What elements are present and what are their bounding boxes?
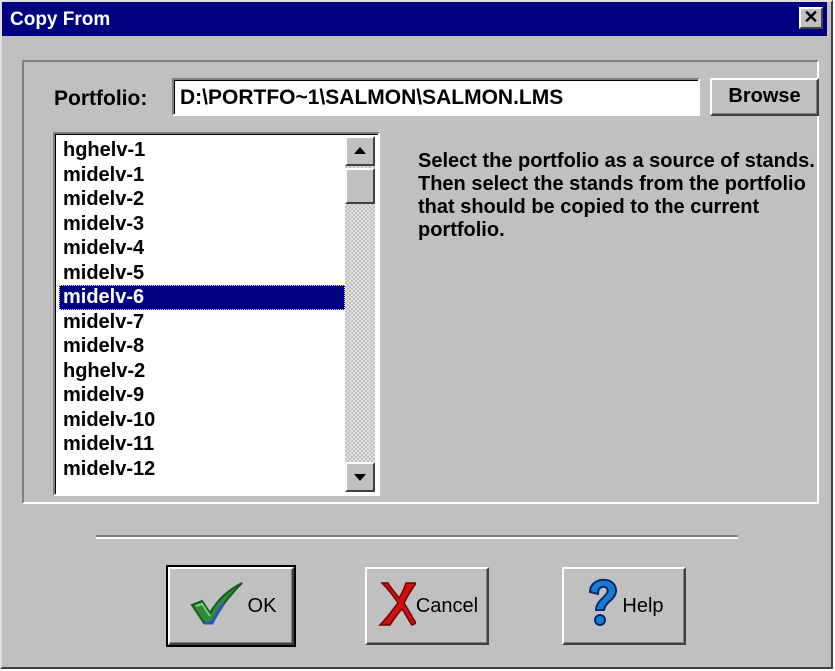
stand-list-item[interactable]: midelv-11	[59, 432, 345, 457]
stand-list-item[interactable]: midelv-12	[59, 457, 345, 482]
stand-list-item[interactable]: hghelv-2	[59, 359, 345, 384]
ok-label: OK	[247, 594, 277, 617]
stand-list-item[interactable]: midelv-10	[59, 408, 345, 433]
portfolio-path-field[interactable]: D:\PORTFO~1\SALMON\SALMON.LMS	[172, 78, 700, 116]
stand-list-item[interactable]: midelv-9	[59, 383, 345, 408]
cancel-label: Cancel	[415, 594, 479, 617]
stand-list-item[interactable]: hghelv-1	[59, 138, 345, 163]
scroll-down-button[interactable]	[345, 462, 375, 492]
checkmark-icon	[186, 581, 244, 631]
dialog-title: Copy From	[10, 9, 111, 30]
stand-list-item[interactable]: midelv-1	[59, 163, 345, 188]
vertical-scrollbar[interactable]	[345, 136, 375, 492]
close-icon: ✕	[803, 7, 819, 27]
ok-button[interactable]: OK	[166, 565, 296, 647]
cancel-button[interactable]: Cancel	[365, 567, 489, 645]
stand-list-item[interactable]: midelv-2	[59, 187, 345, 212]
help-label: Help	[622, 594, 664, 617]
browse-button[interactable]: Browse	[710, 78, 819, 116]
stand-list-item[interactable]: midelv-7	[59, 310, 345, 335]
stand-list-item[interactable]: midelv-5	[59, 261, 345, 286]
stand-list-item[interactable]: midelv-8	[59, 334, 345, 359]
divider	[96, 535, 738, 539]
help-button[interactable]: Help	[562, 567, 686, 645]
red-x-icon	[376, 579, 418, 633]
stand-list-item[interactable]: midelv-3	[59, 212, 345, 237]
scroll-up-button[interactable]	[345, 136, 375, 166]
arrow-down-icon	[354, 474, 366, 481]
instructions-text: Select the portfolio as a source of stan…	[418, 150, 815, 241]
close-button[interactable]: ✕	[799, 7, 823, 29]
stand-list-item[interactable]: midelv-4	[59, 236, 345, 261]
stands-listbox[interactable]: hghelv-1 midelv-1 midelv-2 midelv-3 midelv-4…	[53, 132, 380, 496]
stands-list: hghelv-1 midelv-1 midelv-2 midelv-3 midelv-4…	[59, 138, 345, 481]
question-mark-icon	[584, 578, 618, 634]
arrow-up-icon	[354, 147, 366, 154]
stand-list-item[interactable]: midelv-6	[59, 285, 345, 310]
title-bar: Copy From ✕	[2, 2, 827, 36]
portfolio-label: Portfolio:	[54, 87, 148, 110]
scroll-thumb[interactable]	[345, 168, 375, 204]
